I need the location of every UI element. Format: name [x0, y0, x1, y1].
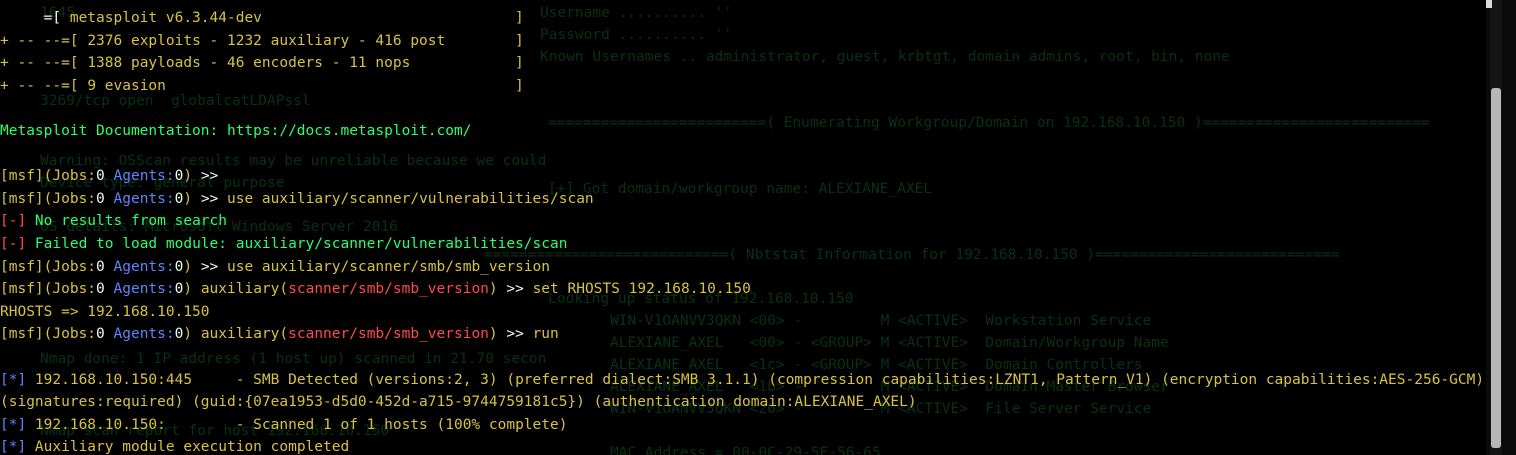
scrollbar-thumb[interactable]	[1491, 88, 1501, 448]
terminal-window[interactable]: Username .......... '' Password .........…	[0, 0, 1516, 455]
result-line-wrap: (signatures:required) (guid:{07ea1953-d5…	[0, 394, 917, 411]
scrollbar-corner	[1486, 0, 1492, 8]
error-line: [-] No results from search	[0, 213, 227, 230]
prompt-line: [msf](Jobs:0 Agents:0) >>	[0, 168, 228, 185]
command-line: [msf](Jobs:0 Agents:0) auxiliary(scanner…	[0, 281, 751, 298]
command-line: [msf](Jobs:0 Agents:0) auxiliary(scanner…	[0, 326, 559, 343]
scrollbar[interactable]	[1486, 0, 1516, 455]
result-line: [*] 192.168.10.150: - Scanned 1 of 1 hos…	[0, 416, 568, 433]
error-line: [-] Failed to load module: auxiliary/sca…	[0, 235, 568, 252]
banner-exploits-line: + -- --=[ 2376 exploits - 1232 auxiliary…	[0, 32, 524, 49]
documentation-line: Metasploit Documentation: https://docs.m…	[0, 122, 472, 139]
command-line: [msf](Jobs:0 Agents:0) >> use auxiliary/…	[0, 258, 551, 275]
banner-payloads-line: + -- --=[ 1388 payloads - 46 encoders - …	[0, 55, 524, 72]
result-line: [*] 192.168.10.150:445 - SMB Detected (v…	[0, 371, 1485, 388]
banner-version-line: =[ metasploit v6.3.44-dev]	[0, 10, 524, 26]
result-line: [*] Auxiliary module execution completed	[0, 439, 350, 455]
banner-evasion-line: + -- --=[ 9 evasion]	[0, 77, 524, 94]
command-line: [msf](Jobs:0 Agents:0) >> use auxiliary/…	[0, 190, 594, 207]
terminal-output: =[ metasploit v6.3.44-dev] + -- --=[ 237…	[0, 7, 1486, 455]
rhosts-echo-line: RHOSTS => 192.168.10.150	[0, 303, 210, 320]
